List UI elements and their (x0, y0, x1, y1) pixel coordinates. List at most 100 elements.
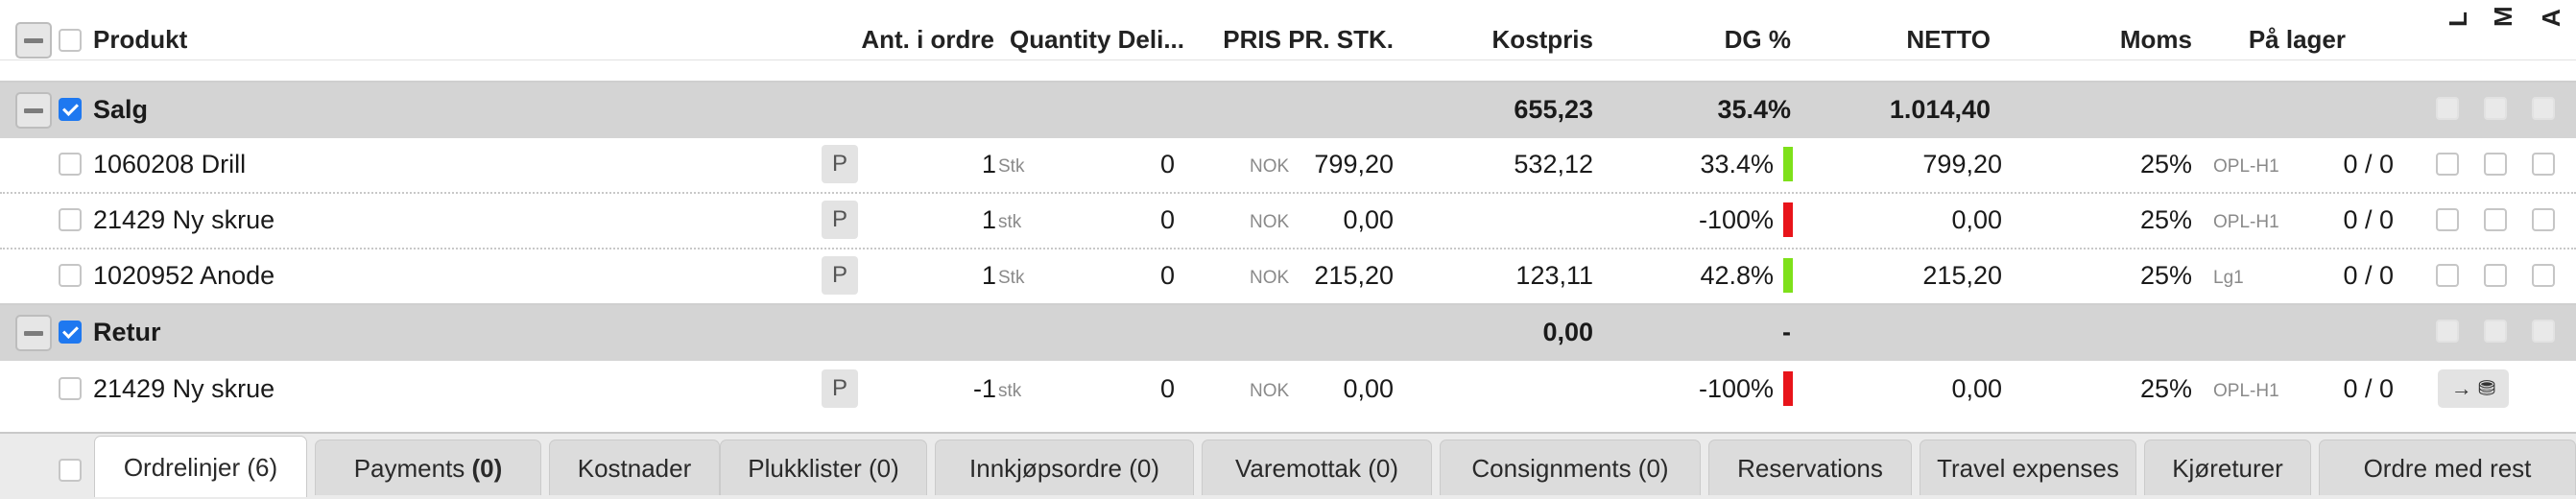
tab-kostnader[interactable]: Kostnader (549, 440, 720, 495)
row-qty[interactable]: 1 (982, 261, 996, 291)
group-salg-flag-a[interactable] (2532, 97, 2555, 120)
row-price[interactable]: 0,00 (1343, 374, 1394, 404)
row-stock: 0 / 0 (2343, 205, 2394, 234)
group-dg: - (1782, 318, 1791, 346)
tab-payments[interactable]: Payments (0) (315, 440, 541, 495)
header-pa-lager[interactable]: På lager (2249, 25, 2346, 55)
row-location: Lg1 (2213, 268, 2244, 288)
row-flag-l[interactable] (2436, 264, 2459, 287)
row-checkbox[interactable] (59, 377, 82, 400)
tab-kjoreturer[interactable]: Kjøreturer (2144, 440, 2311, 495)
row-checkbox[interactable] (59, 264, 82, 287)
dg-indicator-bar (1783, 258, 1793, 293)
group-kostpris: 655,23 (1514, 95, 1593, 124)
header-dg[interactable]: DG % (1725, 25, 1791, 55)
product-p-button[interactable]: P (822, 369, 858, 408)
row-product[interactable]: 21429 Ny skrue (93, 205, 274, 235)
product-p-button[interactable]: P (822, 145, 858, 183)
row-netto: 0,00 (1951, 205, 2002, 234)
header-pris-pr-stk[interactable]: PRIS PR. STK. (1223, 25, 1394, 55)
row-price[interactable]: 215,20 (1314, 261, 1394, 291)
row-qty[interactable]: 1 (982, 205, 996, 235)
row-flag-m[interactable] (2484, 264, 2507, 287)
group-row-salg[interactable] (0, 83, 2576, 138)
group-name: Salg (93, 95, 149, 124)
row-unit: stk (998, 381, 1022, 401)
row-currency: NOK (1250, 381, 1290, 401)
collapse-group-retur-button[interactable] (15, 315, 52, 351)
row-kostpris: 123,11 (1515, 261, 1593, 290)
product-p-button[interactable]: P (822, 256, 858, 295)
row-flag-l[interactable] (2436, 153, 2459, 176)
row-flag-l[interactable] (2436, 208, 2459, 231)
row-moms: 25% (2139, 261, 2192, 290)
row-flag-a[interactable] (2532, 153, 2555, 176)
group-salg-checkbox[interactable] (59, 98, 82, 121)
row-unit: Stk (998, 156, 1025, 177)
row-delivered: 0 (1159, 261, 1175, 290)
row-qty[interactable]: -1 (973, 374, 996, 404)
header-col-l[interactable]: L (2444, 12, 2473, 27)
row-dg: -100% (1698, 374, 1774, 403)
group-retur-flag-m[interactable] (2484, 320, 2507, 343)
return-to-stock-button[interactable]: → ⛃ (2438, 369, 2509, 408)
row-currency: NOK (1250, 212, 1290, 232)
row-moms: 25% (2139, 150, 2192, 178)
row-dg: 33.4% (1700, 150, 1774, 178)
group-retur-flag-a[interactable] (2532, 320, 2555, 343)
header-ant-i-ordre[interactable]: Ant. i ordre (861, 25, 994, 55)
collapse-all-button[interactable] (15, 22, 52, 59)
tab-ordre-med-rest[interactable]: Ordre med rest (2319, 440, 2576, 495)
row-checkbox[interactable] (59, 208, 82, 231)
group-retur-checkbox[interactable] (59, 321, 82, 344)
group-row-retur[interactable] (0, 305, 2576, 361)
group-retur-flag-l[interactable] (2436, 320, 2459, 343)
row-dg: -100% (1698, 205, 1774, 234)
tab-varemottak[interactable]: Varemottak (0) (1202, 440, 1432, 495)
header-moms[interactable]: Moms (2120, 25, 2192, 55)
tab-plukklister[interactable]: Plukklister (0) (720, 440, 927, 495)
row-kostpris: 532,12 (1514, 150, 1593, 178)
row-delivered: 0 (1159, 374, 1175, 403)
group-salg-flag-l[interactable] (2436, 97, 2459, 120)
row-price[interactable]: 799,20 (1314, 150, 1394, 179)
tab-reservations[interactable]: Reservations (1708, 440, 1912, 495)
row-location: OPL-H1 (2213, 212, 2279, 232)
tab-bar-checkbox[interactable] (59, 459, 82, 482)
row-flag-a[interactable] (2532, 264, 2555, 287)
row-price[interactable]: 0,00 (1343, 205, 1394, 235)
tab-travel-expenses[interactable]: Travel expenses (1920, 440, 2136, 495)
dg-indicator-bar (1783, 202, 1793, 237)
row-product[interactable]: 21429 Ny skrue (93, 374, 274, 404)
row-dg: 42.8% (1700, 261, 1774, 290)
row-stock: 0 / 0 (2343, 261, 2394, 290)
collapse-group-salg-button[interactable] (15, 92, 52, 129)
row-currency: NOK (1250, 156, 1290, 177)
header-col-m[interactable]: M (2489, 6, 2518, 27)
tab-innkjopsordre[interactable]: Innkjøpsordre (0) (935, 440, 1194, 495)
tab-ordrelinjer[interactable]: Ordrelinjer (6) (94, 436, 307, 497)
tab-payments-label: Payments (353, 454, 472, 483)
group-dg: 35.4% (1717, 95, 1791, 124)
row-netto: 215,20 (1922, 261, 2002, 290)
header-divider (0, 59, 2576, 60)
row-checkbox[interactable] (59, 153, 82, 176)
select-all-checkbox[interactable] (59, 29, 82, 52)
row-flag-m[interactable] (2484, 208, 2507, 231)
row-qty[interactable]: 1 (982, 150, 996, 179)
header-produkt[interactable]: Produkt (93, 25, 187, 55)
row-product[interactable]: 1060208 Drill (93, 150, 246, 179)
row-delivered: 0 (1159, 150, 1175, 178)
tab-consignments[interactable]: Consignments (0) (1440, 440, 1701, 495)
group-salg-flag-m[interactable] (2484, 97, 2507, 120)
header-quantity-delivered[interactable]: Quantity Deli... (1010, 25, 1184, 55)
header-col-a[interactable]: A (2537, 9, 2566, 27)
header-kostpris[interactable]: Kostpris (1492, 25, 1593, 55)
row-product[interactable]: 1020952 Anode (93, 261, 274, 291)
row-unit: Stk (998, 268, 1025, 288)
product-p-button[interactable]: P (822, 201, 858, 239)
row-flag-m[interactable] (2484, 153, 2507, 176)
header-netto[interactable]: NETTO (1906, 25, 1991, 55)
row-flag-a[interactable] (2532, 208, 2555, 231)
row-currency: NOK (1250, 268, 1290, 288)
